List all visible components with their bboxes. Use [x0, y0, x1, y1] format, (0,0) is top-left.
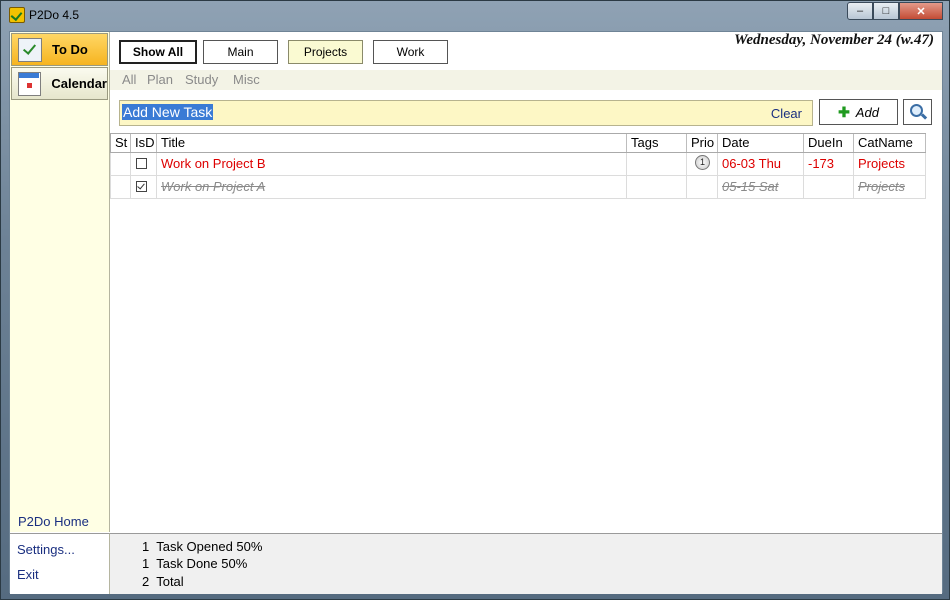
close-button[interactable]: ✕ [899, 2, 943, 20]
priority-icon: 1 [695, 155, 710, 170]
todo-view-button[interactable]: To Do [11, 33, 108, 66]
add-label: Add [855, 104, 879, 120]
row-duein: -173 [804, 153, 854, 175]
subfilter-plan[interactable]: Plan [147, 72, 173, 87]
row-prio-cell: 1 [687, 153, 718, 175]
new-task-text: Add New Task [122, 104, 214, 120]
app-check-icon [9, 7, 25, 23]
subfilter-all[interactable]: All [122, 72, 136, 87]
subcategory-bar: All Plan Study Misc [110, 70, 942, 90]
row-catname: Projects [854, 176, 926, 198]
col-header-prio[interactable]: Prio [687, 134, 718, 152]
task-grid: St IsD Title Tags Prio Date DueIn CatNam… [110, 133, 926, 199]
todo-label: To Do [52, 42, 88, 57]
search-button[interactable] [903, 99, 932, 125]
filter-projects-button[interactable]: Projects [288, 40, 363, 64]
done-checkbox[interactable] [136, 158, 147, 169]
row-title[interactable]: Work on Project A [157, 176, 627, 198]
row-isdone-cell [131, 153, 157, 175]
sidebar-footer: Settings... Exit [10, 533, 110, 594]
row-tags [627, 153, 687, 175]
window-title: P2Do 4.5 [29, 8, 80, 22]
row-prio-cell [687, 176, 718, 198]
status-summary: 1 Task Opened 50% 1 Task Done 50% 2 Tota… [110, 533, 942, 594]
done-checkbox[interactable] [136, 181, 147, 192]
col-header-catname[interactable]: CatName [854, 134, 926, 152]
col-header-tags[interactable]: Tags [627, 134, 687, 152]
row-status-cell [111, 176, 131, 198]
app-window: P2Do 4.5 – □ ✕ To Do Calendar P2Do Home … [0, 0, 950, 600]
plus-icon: ✚ [838, 103, 850, 120]
row-tags [627, 176, 687, 198]
window-controls: – □ ✕ [847, 2, 943, 20]
subfilter-study[interactable]: Study [185, 72, 218, 87]
subfilter-misc[interactable]: Misc [233, 72, 260, 87]
exit-link[interactable]: Exit [17, 567, 39, 582]
tasks-opened-stat: 1 Task Opened 50% [142, 539, 263, 554]
grid-header: St IsD Title Tags Prio Date DueIn CatNam… [110, 133, 926, 153]
search-icon [909, 104, 923, 117]
col-header-status[interactable]: St [111, 134, 131, 152]
filter-show-all-button[interactable]: Show All [119, 40, 197, 64]
tasks-total-stat: 2 Total [142, 574, 184, 589]
main-panel: Show All Main Projects Work Wednesday, N… [110, 32, 942, 532]
row-status-cell [111, 153, 131, 175]
row-date: 05-15 Sat [718, 176, 804, 198]
table-row[interactable]: Work on Project A 05-15 Sat Projects [110, 176, 926, 199]
filter-main-button[interactable]: Main [203, 40, 278, 64]
row-duein [804, 176, 854, 198]
row-date: 06-03 Thu [718, 153, 804, 175]
filter-work-button[interactable]: Work [373, 40, 448, 64]
row-isdone-cell [131, 176, 157, 198]
table-row[interactable]: Work on Project B 1 06-03 Thu -173 Proje… [110, 153, 926, 176]
calendar-label: Calendar [51, 76, 107, 91]
calendar-icon [18, 71, 42, 96]
close-icon: ✕ [916, 5, 926, 18]
todo-check-icon [18, 37, 42, 62]
col-header-date[interactable]: Date [718, 134, 804, 152]
add-task-button[interactable]: ✚ Add [819, 99, 898, 125]
new-task-input[interactable]: Add New Task Clear [119, 100, 813, 126]
maximize-icon: □ [882, 5, 890, 17]
calendar-view-button[interactable]: Calendar [11, 67, 108, 100]
row-catname: Projects [854, 153, 926, 175]
client-area: To Do Calendar P2Do Home Settings... Exi… [9, 31, 943, 594]
col-header-title[interactable]: Title [157, 134, 627, 152]
clear-button[interactable]: Clear [771, 106, 802, 121]
minimize-button[interactable]: – [847, 2, 873, 20]
col-header-duein[interactable]: DueIn [804, 134, 854, 152]
tasks-done-stat: 1 Task Done 50% [142, 556, 248, 571]
maximize-button[interactable]: □ [873, 2, 899, 20]
sidebar: To Do Calendar P2Do Home [10, 32, 110, 532]
title-bar[interactable]: P2Do 4.5 – □ ✕ [1, 1, 949, 29]
col-header-isdone[interactable]: IsD [131, 134, 157, 152]
p2do-home-link[interactable]: P2Do Home [18, 514, 89, 529]
minimize-icon: – [856, 5, 864, 17]
settings-link[interactable]: Settings... [17, 542, 75, 557]
row-title[interactable]: Work on Project B [157, 153, 627, 175]
current-date: Wednesday, November 24 (w.47) [734, 32, 934, 48]
